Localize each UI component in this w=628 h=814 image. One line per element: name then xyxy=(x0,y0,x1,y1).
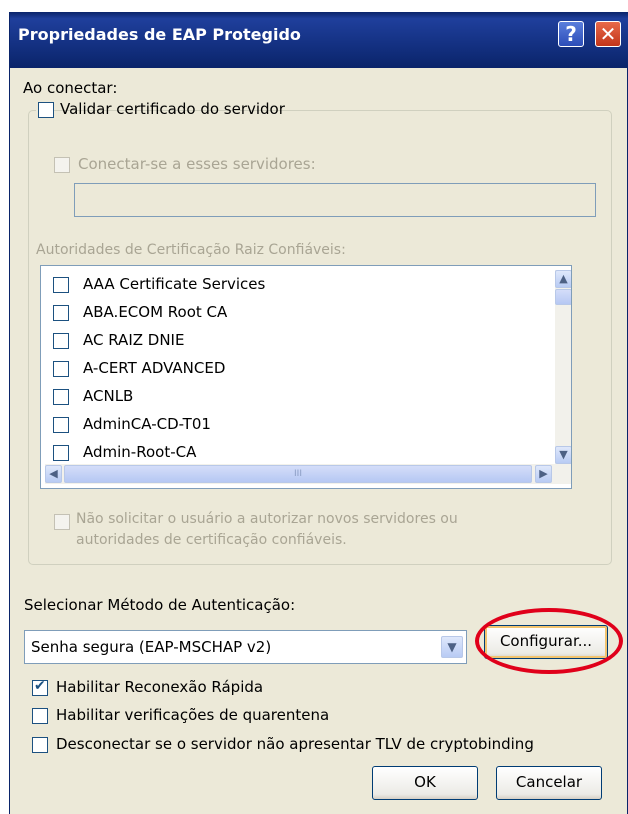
ca-name: ACNLB xyxy=(83,387,134,405)
ca-checkbox[interactable] xyxy=(53,333,69,349)
ca-name: AAA Certificate Services xyxy=(83,275,266,293)
on-connect-label: Ao conectar: xyxy=(23,79,118,97)
ca-checkbox[interactable] xyxy=(53,417,69,433)
scroll-right-icon[interactable]: ▶ xyxy=(535,465,552,483)
title-bar[interactable]: Propriedades de EAP Protegido ? ✕ xyxy=(10,12,628,68)
cryptobinding-label: Desconectar se o servidor não apresentar… xyxy=(56,735,534,753)
auth-method-select[interactable]: Senha segura (EAP-MSCHAP v2) ▼ xyxy=(24,630,467,664)
auth-method-label: Selecionar Método de Autenticação: xyxy=(24,596,296,614)
ca-checkbox[interactable] xyxy=(53,445,69,461)
ca-name: A-CERT ADVANCED xyxy=(83,359,226,377)
chevron-down-icon[interactable]: ▼ xyxy=(441,636,463,658)
vertical-scrollbar[interactable]: ▲ ▼ xyxy=(555,270,571,464)
highlight-circle xyxy=(475,608,623,674)
fast-reconnect-checkbox[interactable] xyxy=(32,678,48,696)
fast-reconnect-label: Habilitar Reconexão Rápida xyxy=(56,678,264,696)
no-prompt-label-line2: autoridades de certificação confiáveis. xyxy=(76,532,347,548)
validate-cert-checkbox[interactable] xyxy=(38,102,54,118)
ca-name: ABA.ECOM Root CA xyxy=(83,303,228,321)
servers-input[interactable] xyxy=(74,183,596,217)
vertical-scroll-thumb[interactable] xyxy=(555,289,571,305)
ca-name: AC RAIZ DNIE xyxy=(83,331,185,349)
dialog-title: Propriedades de EAP Protegido xyxy=(18,25,301,44)
ca-checkbox[interactable] xyxy=(53,305,69,321)
help-button[interactable]: ? xyxy=(558,21,584,47)
ok-button[interactable]: OK xyxy=(372,766,478,800)
no-prompt-checkbox[interactable] xyxy=(54,514,70,530)
ca-name: Admin-Root-CA xyxy=(83,443,197,461)
no-prompt-label-line1: Não solicitar o usuário a autorizar novo… xyxy=(76,511,458,527)
cryptobinding-checkbox[interactable] xyxy=(32,737,48,753)
quarantine-label: Habilitar verificações de quarentena xyxy=(56,706,330,724)
validate-cert-option[interactable]: Validar certificado do servidor xyxy=(36,99,285,121)
trusted-ca-label: Autoridades de Certificação Raiz Confiáv… xyxy=(36,242,346,258)
horizontal-scroll-thumb[interactable]: III xyxy=(64,465,532,483)
ca-checkbox[interactable] xyxy=(53,361,69,377)
connect-servers-label: Conectar-se a esses servidores: xyxy=(78,155,316,173)
horizontal-scrollbar[interactable]: ◀ III ▶ xyxy=(45,464,571,484)
ca-name: AdminCA-CD-T01 xyxy=(83,415,211,433)
scroll-down-icon[interactable]: ▼ xyxy=(555,446,571,464)
validate-cert-label: Validar certificado do servidor xyxy=(60,100,285,118)
cancel-button[interactable]: Cancelar xyxy=(496,766,602,800)
trusted-ca-list[interactable]: AAA Certificate Services ABA.ECOM Root C… xyxy=(40,265,572,489)
ca-checkbox[interactable] xyxy=(53,389,69,405)
auth-method-value: Senha segura (EAP-MSCHAP v2) xyxy=(31,638,272,656)
ca-checkbox[interactable] xyxy=(53,277,69,293)
quarantine-checkbox[interactable] xyxy=(32,708,48,724)
scroll-up-icon[interactable]: ▲ xyxy=(555,270,571,288)
close-button[interactable]: ✕ xyxy=(595,21,621,47)
connect-servers-checkbox[interactable] xyxy=(54,157,70,173)
scroll-left-icon[interactable]: ◀ xyxy=(45,465,62,483)
